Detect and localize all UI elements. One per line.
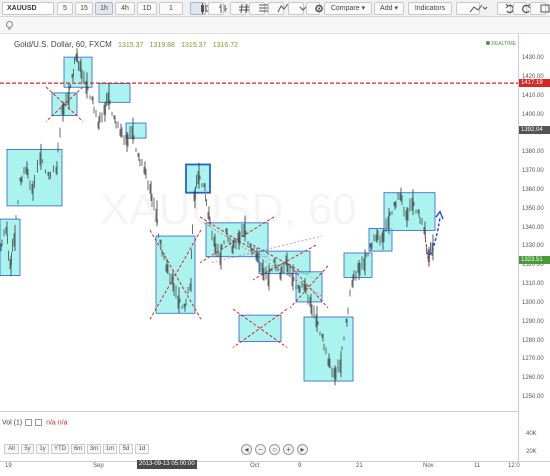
- annotation-box: [303, 316, 354, 382]
- templates-icon: [469, 4, 488, 13]
- price-tick: 1260.00: [522, 375, 544, 382]
- realtime-badge: REALTIME: [486, 41, 516, 47]
- time-tick: 21: [356, 463, 363, 469]
- reset-zoom-button[interactable]: ○: [269, 444, 280, 455]
- price-tick: 1370.00: [522, 168, 544, 174]
- volume-tick-20k: 20K: [526, 449, 537, 455]
- range-6m[interactable]: 6m: [71, 444, 85, 454]
- interval-4h-button[interactable]: 4h: [115, 2, 135, 15]
- interval-1h-button[interactable]: 1h: [95, 2, 113, 15]
- annotation-box: [238, 314, 282, 342]
- annotation-box: [125, 122, 147, 139]
- price-tick: 1430.00: [522, 55, 544, 61]
- range-5d[interactable]: 5d: [119, 444, 133, 454]
- indicators-button[interactable]: Indicators: [408, 2, 452, 15]
- realtime-label: REALTIME: [491, 41, 517, 47]
- zoom-out-button[interactable]: −: [255, 444, 266, 455]
- price-tag: 1417.19: [519, 79, 550, 88]
- volume-label: Vol (1): [2, 419, 23, 427]
- price-tick: 1290.00: [522, 318, 544, 325]
- legend-low: 1315.37: [181, 42, 207, 49]
- scroll-left-button[interactable]: ◂: [241, 444, 252, 455]
- time-tick: 12:0: [508, 463, 520, 469]
- fibonacci-button[interactable]: [249, 2, 269, 15]
- range-1m[interactable]: 1m: [103, 444, 117, 454]
- time-axis[interactable]: [0, 461, 550, 476]
- price-tag: 1392.04: [519, 126, 550, 135]
- drawing-tools-button[interactable]: [230, 2, 250, 15]
- price-chart[interactable]: XAUUSD, 60: [0, 34, 518, 410]
- price-tag: 1323.51: [519, 255, 550, 264]
- price-tick: 1330.00: [522, 243, 544, 250]
- lightbulb-icon[interactable]: [4, 20, 15, 31]
- time-tick: Nov: [423, 463, 434, 469]
- range-1d[interactable]: 1d: [135, 444, 149, 454]
- arrow-head-icon: [435, 210, 444, 220]
- settings-button[interactable]: [306, 2, 323, 15]
- legend-high: 1319.88: [149, 42, 175, 49]
- interval-1d-button[interactable]: 1D: [137, 2, 157, 15]
- compare-button[interactable]: Compare ▾: [324, 2, 372, 15]
- close-small-icon[interactable]: [35, 419, 43, 426]
- price-tick: 1310.00: [522, 281, 544, 287]
- price-tick: 1250.00: [522, 394, 544, 400]
- fullscreen-button[interactable]: [530, 2, 550, 15]
- templates-button[interactable]: [456, 2, 488, 15]
- range-1y[interactable]: 1y: [36, 444, 49, 454]
- undo-button[interactable]: [497, 2, 514, 15]
- range-all[interactable]: All: [4, 444, 19, 454]
- time-tick: 19: [5, 463, 12, 469]
- more-tools-button[interactable]: [288, 2, 307, 15]
- range-5y[interactable]: 5y: [21, 444, 34, 454]
- add-button[interactable]: Add ▾: [374, 2, 404, 15]
- chart-style-bars-button[interactable]: [208, 2, 227, 15]
- realtime-dot-icon: [486, 41, 490, 45]
- annotation-box: [368, 228, 393, 252]
- shapes-button[interactable]: [268, 2, 289, 15]
- compare-label: Compare: [330, 5, 360, 12]
- volume-value-1: n/a: [46, 419, 56, 427]
- settings-small-icon[interactable]: [25, 419, 33, 426]
- price-tick: 1270.00: [522, 356, 544, 363]
- zoom-in-button[interactable]: +: [283, 444, 294, 455]
- time-tick: Oct: [250, 463, 260, 469]
- price-tick: 1360.00: [522, 186, 544, 193]
- drawing-subbar: [0, 17, 550, 34]
- legend-open: 1315.37: [118, 42, 144, 49]
- fullscreen-icon: [540, 4, 550, 13]
- price-tick: 1340.00: [522, 224, 544, 231]
- scroll-right-button[interactable]: ▸: [297, 444, 308, 455]
- price-tick: 1410.00: [522, 92, 544, 99]
- bars-icon: [219, 4, 227, 13]
- chart-style-candles-button[interactable]: [190, 2, 210, 15]
- time-tick: 11: [474, 463, 481, 469]
- volume-tick-40k: 40K: [526, 431, 537, 437]
- volume-value-2: n/a: [57, 419, 68, 427]
- top-toolbar: XAUUSD 5 15 1h 4h 1D 1 Compare ▾ Add ▾ I…: [0, 0, 550, 17]
- legend-symbol-title: Gold/U.S. Dollar, 60, FXCM: [14, 40, 112, 49]
- range-ytd[interactable]: YTD: [51, 444, 69, 454]
- annotation-box: [98, 83, 131, 103]
- price-tick: 1350.00: [522, 205, 544, 212]
- redo-button[interactable]: [513, 2, 531, 15]
- interval-15-button[interactable]: 15: [75, 2, 93, 15]
- price-tick: 1380.00: [522, 149, 544, 156]
- volume-legend: Vol (1) n/a n/a: [2, 419, 68, 426]
- price-tick: 1400.00: [522, 111, 544, 118]
- price-tick: 1300.00: [522, 299, 544, 306]
- time-tick: Sep: [93, 463, 104, 469]
- add-label: Add: [380, 5, 393, 12]
- interval-5-button[interactable]: 5: [57, 2, 73, 15]
- range-3m[interactable]: 3m: [87, 444, 101, 454]
- interval-custom-button[interactable]: 1: [159, 2, 183, 15]
- price-tick: 1280.00: [522, 337, 544, 344]
- time-tick: 9: [298, 463, 302, 469]
- crosshair-time-label: 2013-09-13 05:00:00: [137, 460, 197, 469]
- chart-legend: Gold/U.S. Dollar, 60, FXCM 1315.37 1319.…: [14, 40, 238, 49]
- symbol-input[interactable]: XAUUSD: [2, 2, 54, 15]
- legend-close: 1316.72: [212, 42, 238, 49]
